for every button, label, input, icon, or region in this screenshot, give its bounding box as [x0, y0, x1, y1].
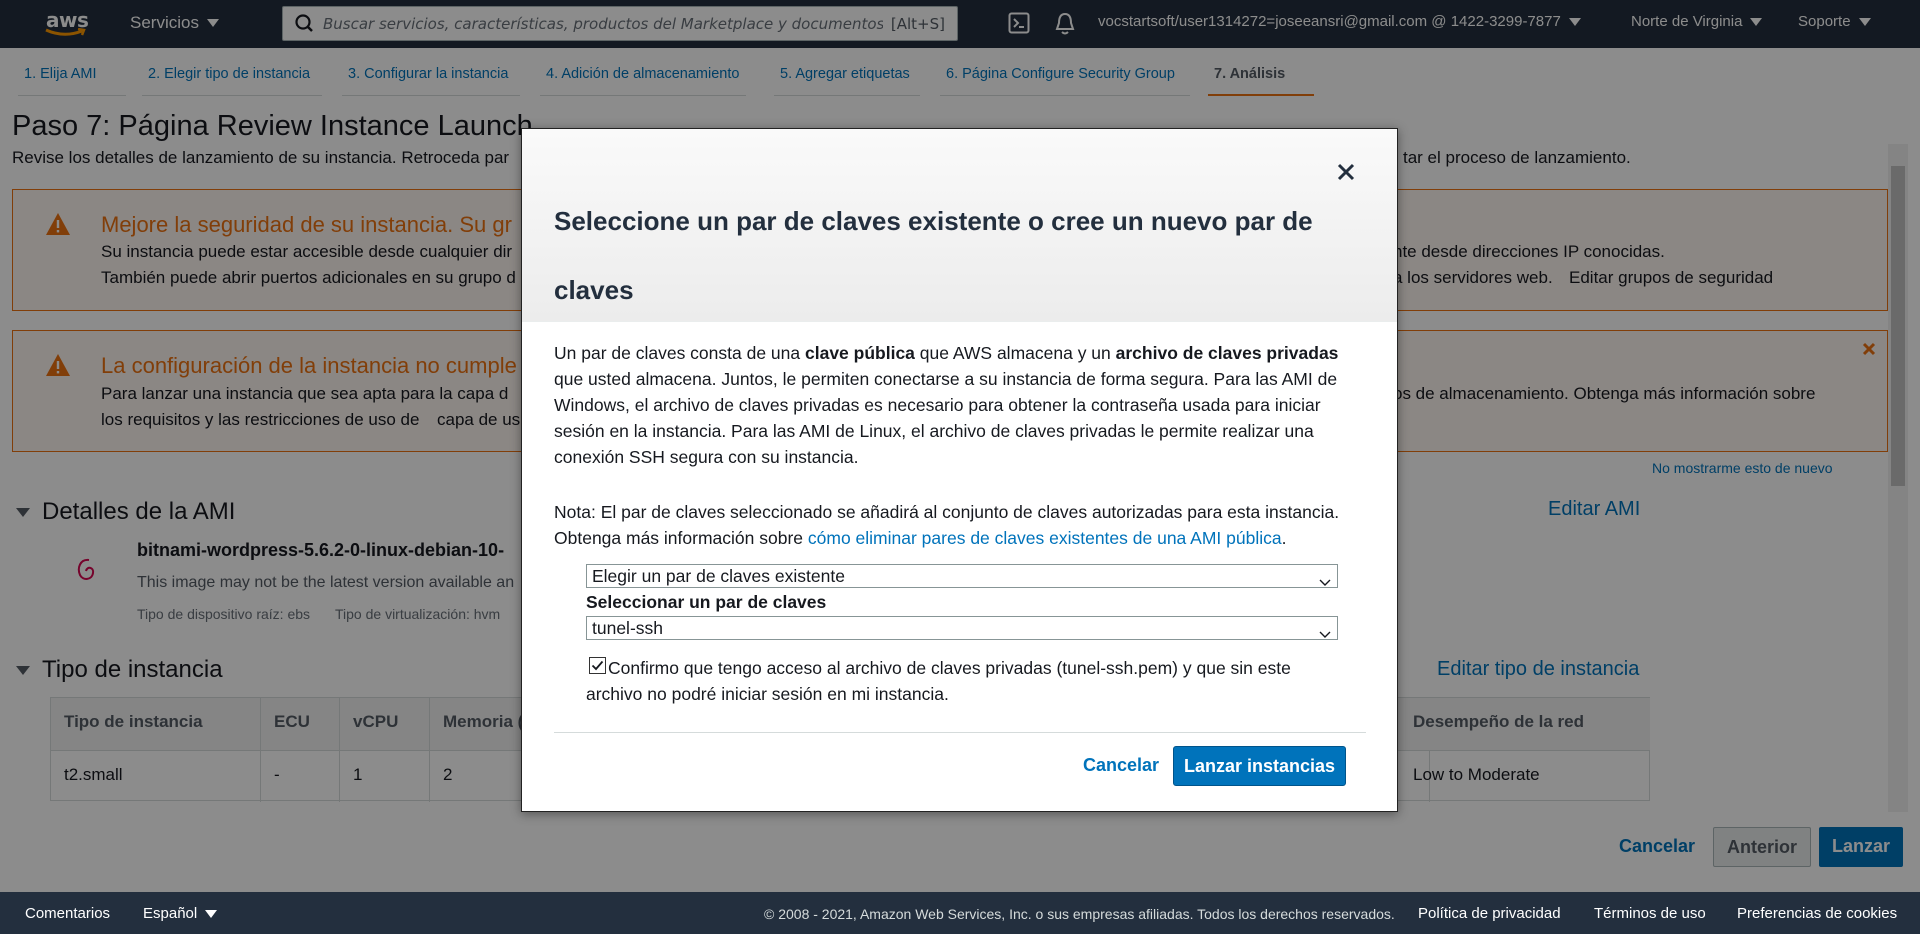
chevron-down-icon: [1319, 623, 1331, 644]
remove-key-pairs-link[interactable]: cómo eliminar pares de claves existentes…: [808, 528, 1282, 548]
terms-link[interactable]: Términos de uso: [1594, 905, 1706, 922]
key-pair-label: Seleccionar un par de claves: [586, 592, 827, 612]
footer: Comentarios Español © 2008 - 2021, Amazo…: [0, 892, 1920, 934]
cookie-preferences-link[interactable]: Preferencias de cookies: [1737, 905, 1897, 922]
dialog-description: Un par de claves consta de una clave púb…: [554, 340, 1364, 470]
description-text: Un par de claves consta de una: [554, 343, 805, 363]
key-pair-mode-select[interactable]: Elegir un par de claves existente: [586, 564, 1338, 588]
dialog-cancel-button[interactable]: Cancelar: [1073, 747, 1169, 785]
checkmark-icon: [591, 660, 604, 671]
copyright-text: © 2008 - 2021, Amazon Web Services, Inc.…: [764, 906, 1395, 922]
select-value: tunel-ssh: [592, 618, 664, 638]
chevron-down-icon: [205, 909, 218, 918]
language-selector[interactable]: Español: [143, 905, 218, 922]
description-text: que AWS almacena y un: [914, 343, 1116, 363]
key-pair-select[interactable]: tunel-ssh: [586, 616, 1338, 640]
close-icon[interactable]: [1333, 159, 1359, 185]
description-bold: archivo de claves privadas: [1115, 343, 1339, 363]
select-value: Elegir un par de claves existente: [592, 566, 845, 586]
feedback-link[interactable]: Comentarios: [25, 905, 110, 922]
launch-instances-button[interactable]: Lanzar instancias: [1173, 746, 1346, 786]
acknowledge-checkbox[interactable]: [589, 657, 606, 674]
key-pair-dialog: Seleccione un par de claves existente o …: [521, 128, 1398, 812]
note-text: .: [1281, 528, 1287, 548]
dialog-divider: [554, 732, 1366, 733]
dialog-note: Nota: El par de claves seleccionado se a…: [554, 499, 1364, 551]
description-bold: clave pública: [805, 343, 915, 363]
acknowledge-text: Confirmo que tengo acceso al archivo de …: [586, 658, 1291, 704]
description-text: que usted almacena. Juntos, le permiten …: [554, 369, 1338, 467]
privacy-link[interactable]: Política de privacidad: [1418, 905, 1561, 922]
chevron-down-icon: [1319, 571, 1331, 592]
language-label: Español: [143, 905, 198, 922]
dialog-title: Seleccione un par de claves existente o …: [554, 206, 1313, 305]
